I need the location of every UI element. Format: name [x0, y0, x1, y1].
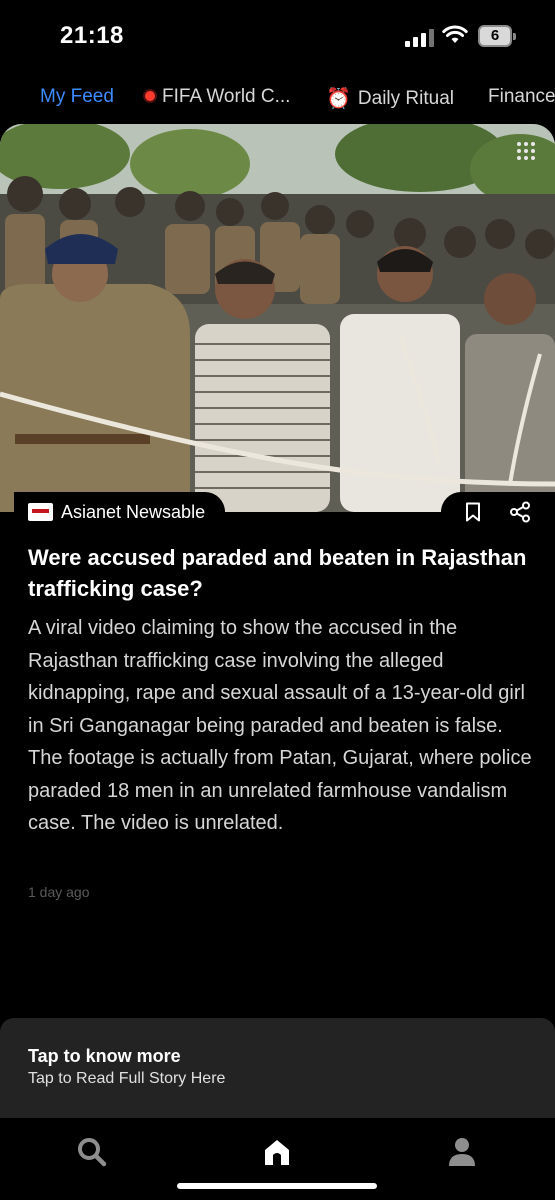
- wifi-icon: [442, 25, 468, 43]
- read-more-banner[interactable]: Tap to know more Tap to Read Full Story …: [0, 1018, 555, 1118]
- live-dot-icon: [145, 91, 155, 101]
- battery-icon: 6: [478, 25, 516, 47]
- alarm-clock-icon: ⏰: [326, 88, 351, 110]
- tab-label: Finance: [488, 86, 555, 107]
- article-timestamp: 1 day ago: [28, 884, 90, 900]
- tab-label: FIFA World C...: [162, 86, 291, 107]
- profile-icon[interactable]: [446, 1136, 478, 1168]
- article-photo[interactable]: [0, 124, 555, 512]
- banner-title: Tap to know more: [28, 1046, 181, 1066]
- bookmark-icon[interactable]: [465, 502, 481, 522]
- more-options-icon[interactable]: [515, 140, 537, 162]
- signal-icon: [405, 29, 435, 47]
- tab-label: Daily Ritual: [357, 88, 454, 109]
- tab-label: My Feed: [40, 86, 114, 107]
- home-icon[interactable]: [261, 1136, 293, 1168]
- search-icon[interactable]: [76, 1136, 108, 1168]
- home-indicator: [177, 1183, 377, 1189]
- tab-fifa-world-cup[interactable]: FIFA World C...: [145, 86, 290, 108]
- source-pill[interactable]: Asianet Newsable: [14, 492, 226, 532]
- article-meta-row: Asianet Newsable: [0, 492, 555, 532]
- source-name: Asianet Newsable: [61, 501, 206, 522]
- article-summary: A viral video claiming to show the accus…: [28, 617, 532, 834]
- news-card[interactable]: Asianet Newsable Were accused paraded an…: [0, 124, 555, 944]
- article-image: [0, 124, 555, 512]
- banner-subtitle: Tap to Read Full Story Here: [28, 1070, 226, 1087]
- status-time: 21:18: [60, 22, 124, 49]
- status-bar: 21:18 6: [0, 0, 555, 70]
- source-logo: [28, 503, 53, 521]
- tab-finance[interactable]: Finance: [488, 86, 555, 108]
- tab-daily-ritual[interactable]: ⏰ Daily Ritual: [326, 86, 454, 111]
- feed-tabs: My Feed FIFA World C... ⏰ Daily Ritual Fi…: [0, 80, 555, 114]
- share-icon[interactable]: [509, 501, 531, 523]
- article-headline[interactable]: Were accused paraded and beaten in Rajas…: [28, 542, 528, 604]
- article-actions: [441, 492, 555, 532]
- tab-my-feed[interactable]: My Feed: [40, 86, 114, 108]
